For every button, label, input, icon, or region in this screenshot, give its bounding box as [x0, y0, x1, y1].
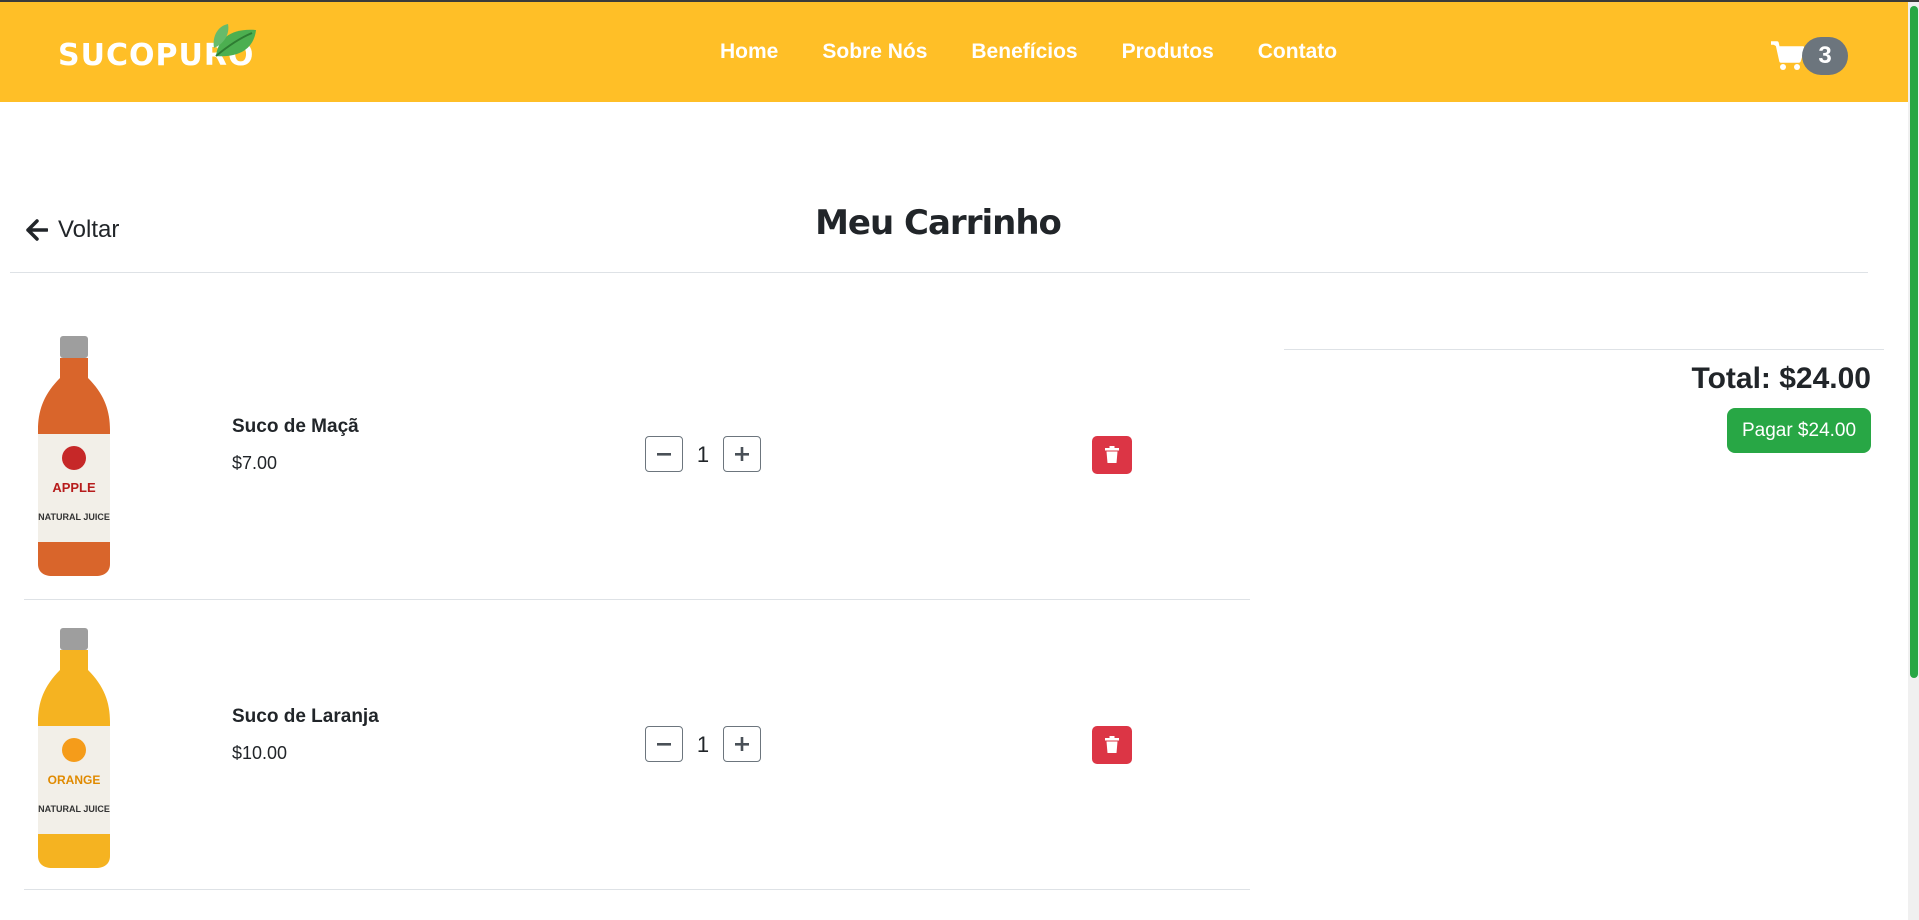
quantity-value: 1 — [696, 442, 710, 467]
site-header: SUCOPURO Home Sobre Nós Benefícios Produ… — [0, 2, 1908, 102]
bottle-sublabel: NATURAL JUICE — [38, 804, 110, 814]
increase-quantity-button[interactable] — [723, 436, 761, 472]
remove-item-button[interactable] — [1092, 436, 1132, 474]
increase-quantity-button[interactable] — [723, 726, 761, 762]
cart-item: APPLE NATURAL JUICE Suco de Maçã $7.00 1 — [24, 310, 1250, 600]
item-price: $10.00 — [232, 743, 288, 763]
trash-icon — [1105, 446, 1119, 463]
page-title: Meu Carrinho — [815, 203, 1062, 243]
product-image-apple: APPLE NATURAL JUICE — [38, 336, 110, 576]
main-nav: Home Sobre Nós Benefícios Produtos Conta… — [720, 40, 1337, 64]
quantity-value: 1 — [696, 732, 710, 757]
item-divider — [24, 889, 1250, 890]
back-link[interactable]: Voltar — [26, 216, 119, 244]
minus-icon — [657, 453, 671, 456]
page-scrollbar[interactable] — [1908, 2, 1919, 920]
scrollbar-thumb[interactable] — [1910, 6, 1918, 678]
item-name: Suco de Laranja — [232, 706, 379, 727]
nav-contato[interactable]: Contato — [1258, 40, 1337, 64]
bottle-sublabel: NATURAL JUICE — [38, 512, 110, 522]
cart-count-badge: 3 — [1802, 37, 1848, 75]
decrease-quantity-button[interactable] — [645, 436, 683, 472]
minus-icon — [657, 743, 671, 746]
cart-item: ORANGE NATURAL JUICE Suco de Laranja $10… — [24, 600, 1250, 890]
nav-produtos[interactable]: Produtos — [1122, 40, 1214, 64]
cart-icon[interactable] — [1770, 40, 1804, 72]
item-name: Suco de Maçã — [232, 416, 359, 437]
nav-home[interactable]: Home — [720, 40, 778, 64]
back-label: Voltar — [58, 216, 120, 243]
cart-total: Total: $24.00 — [1691, 362, 1871, 395]
leaf-icon — [213, 24, 256, 57]
bottle-label: ORANGE — [48, 773, 101, 787]
nav-beneficios[interactable]: Benefícios — [971, 40, 1077, 64]
trash-icon — [1105, 736, 1119, 753]
title-divider — [10, 272, 1868, 273]
plus-icon — [735, 737, 749, 751]
plus-icon — [735, 447, 749, 461]
product-image-orange: ORANGE NATURAL JUICE — [38, 628, 110, 868]
pay-button[interactable]: Pagar $24.00 — [1727, 408, 1871, 453]
remove-item-button[interactable] — [1092, 726, 1132, 764]
arrow-left-icon — [26, 219, 48, 241]
decrease-quantity-button[interactable] — [645, 726, 683, 762]
item-price: $7.00 — [232, 453, 278, 473]
summary-divider — [1284, 349, 1884, 350]
nav-sobre-nos[interactable]: Sobre Nós — [822, 40, 927, 64]
bottle-label: APPLE — [52, 480, 96, 495]
